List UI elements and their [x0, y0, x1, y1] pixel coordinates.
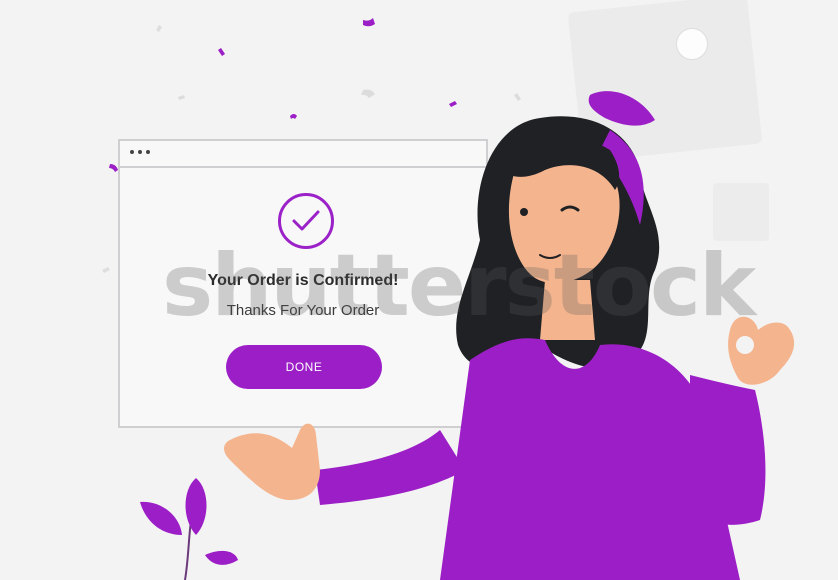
- plant-leaf: [185, 478, 207, 535]
- hand-ok-circle: [736, 336, 754, 354]
- arm-left: [315, 430, 465, 505]
- bandana: [588, 91, 655, 126]
- eye-left: [520, 208, 528, 216]
- arm-right: [690, 375, 766, 525]
- plant-leaf: [205, 550, 238, 565]
- order-confirmed-illustration: Your Order is Confirmed! Thanks For Your…: [0, 0, 838, 580]
- hand-left: [224, 423, 320, 500]
- watermark-text: shutterstock: [162, 236, 756, 336]
- plant-leaf: [140, 501, 182, 535]
